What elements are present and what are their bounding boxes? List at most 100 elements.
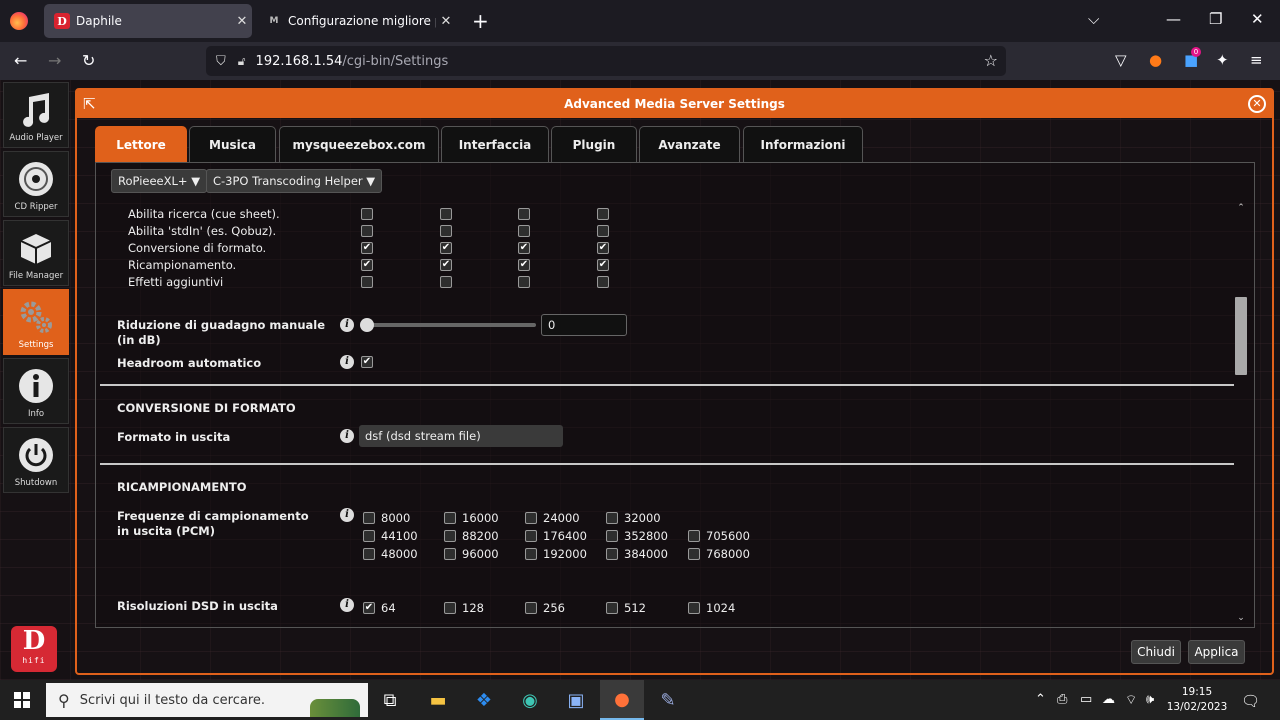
extensions-puzzle-icon[interactable]: ✦: [1216, 51, 1229, 69]
forward-arrow-icon[interactable]: →: [48, 51, 61, 70]
scroll-up-icon[interactable]: ⌃: [1234, 203, 1248, 215]
dsd-checkbox[interactable]: [363, 602, 375, 614]
dsd-checkbox[interactable]: [606, 602, 618, 614]
tray-volume-icon[interactable]: 🕪︎: [1146, 692, 1154, 707]
dsd-checkbox[interactable]: [688, 602, 700, 614]
rate-checkbox[interactable]: [525, 548, 537, 560]
info-icon[interactable]: i: [340, 598, 354, 612]
pocket-icon[interactable]: ▽: [1115, 51, 1127, 69]
reload-icon[interactable]: ↻: [82, 51, 95, 70]
tray-wifi-icon[interactable]: ⌔: [1125, 692, 1137, 708]
tray-cloud-icon[interactable]: ☁: [1102, 692, 1115, 707]
close-dialog-icon[interactable]: ✕: [1248, 95, 1266, 113]
rate-checkbox[interactable]: [606, 530, 618, 542]
feature-checkbox[interactable]: [597, 259, 609, 271]
feature-checkbox[interactable]: [440, 242, 452, 254]
brave-extension-icon[interactable]: ●: [1149, 51, 1162, 69]
tab-plugin[interactable]: Plugin: [551, 126, 637, 162]
feature-checkbox[interactable]: [597, 208, 609, 220]
menu-hamburger-icon[interactable]: ≡: [1250, 51, 1263, 69]
rate-checkbox[interactable]: [525, 530, 537, 542]
feature-checkbox[interactable]: [440, 208, 452, 220]
player-select[interactable]: RoPieeeXL+ ▼: [111, 169, 208, 193]
tray-device-icon[interactable]: ⎙: [1057, 692, 1067, 707]
info-icon[interactable]: i: [340, 508, 354, 522]
browser-tab-daphile[interactable]: D Daphile ✕: [44, 4, 252, 38]
close-tab-icon[interactable]: ✕: [436, 14, 456, 29]
rate-checkbox[interactable]: [444, 512, 456, 524]
store-icon[interactable]: ▣: [554, 680, 598, 720]
list-tabs-chevron-icon[interactable]: ⌵: [1088, 10, 1099, 28]
gain-slider[interactable]: [362, 323, 536, 327]
shield-icon[interactable]: ⛉: [216, 54, 226, 69]
tab-avanzate[interactable]: Avanzate: [639, 126, 740, 162]
info-icon[interactable]: i: [340, 318, 354, 332]
taskbar-clock[interactable]: 19:15 13/02/2023: [1166, 685, 1228, 715]
close-tab-icon[interactable]: ✕: [232, 14, 252, 29]
feature-checkbox[interactable]: [361, 259, 373, 271]
tab-lettore[interactable]: Lettore: [95, 126, 187, 162]
dsd-checkbox[interactable]: [525, 602, 537, 614]
panel-scrollbar[interactable]: ⌃ ⌄: [1234, 203, 1248, 627]
rate-checkbox[interactable]: [688, 530, 700, 542]
gain-slider-handle[interactable]: [360, 318, 374, 332]
headroom-checkbox[interactable]: [361, 356, 373, 368]
rate-checkbox[interactable]: [606, 512, 618, 524]
firefox-icon[interactable]: [10, 12, 28, 30]
task-view-icon[interactable]: ⧉: [368, 680, 412, 720]
tray-chevron-icon[interactable]: ⌃: [1035, 692, 1046, 707]
rate-checkbox[interactable]: [688, 548, 700, 560]
new-tab-plus-icon[interactable]: +: [472, 9, 489, 33]
feature-checkbox[interactable]: [597, 242, 609, 254]
notification-icon[interactable]: 🗨︎: [1241, 692, 1260, 710]
close-window-icon[interactable]: ✕: [1251, 10, 1264, 28]
feature-checkbox[interactable]: [518, 242, 530, 254]
feature-checkbox[interactable]: [361, 242, 373, 254]
feature-checkbox[interactable]: [440, 259, 452, 271]
info-icon[interactable]: i: [340, 429, 354, 443]
tab-musica[interactable]: Musica: [189, 126, 276, 162]
rate-checkbox[interactable]: [444, 530, 456, 542]
scroll-down-icon[interactable]: ⌄: [1234, 613, 1248, 625]
rate-checkbox[interactable]: [363, 512, 375, 524]
back-arrow-icon[interactable]: ←: [14, 51, 27, 70]
firefox-taskbar-icon[interactable]: ●: [600, 680, 644, 720]
rate-checkbox[interactable]: [363, 548, 375, 560]
feature-checkbox[interactable]: [597, 276, 609, 288]
feature-checkbox[interactable]: [361, 276, 373, 288]
feature-checkbox[interactable]: [440, 276, 452, 288]
url-bar[interactable]: ⛉ 🔓︎ 192.168.1.54/cgi-bin/Settings ☆: [206, 46, 1006, 76]
info-icon[interactable]: i: [340, 355, 354, 369]
sidebar-item-info[interactable]: Info: [3, 358, 69, 424]
sidebar-item-settings[interactable]: Settings: [3, 289, 69, 355]
feature-checkbox[interactable]: [518, 259, 530, 271]
rate-checkbox[interactable]: [606, 548, 618, 560]
rate-checkbox[interactable]: [525, 512, 537, 524]
lock-icon[interactable]: 🔓︎: [238, 54, 246, 69]
tab-mysqueezebox[interactable]: mysqueezebox.com: [279, 126, 439, 162]
tab-interfaccia[interactable]: Interfaccia: [441, 126, 549, 162]
sidebar-item-audio-player[interactable]: Audio Player: [3, 82, 69, 148]
browser-tab-config[interactable]: M Configurazione migliore per Da ✕: [256, 4, 456, 38]
output-format-select[interactable]: dsf (dsd stream file): [359, 425, 563, 447]
feature-checkbox[interactable]: [440, 225, 452, 237]
dropbox-icon[interactable]: ❖: [462, 680, 506, 720]
feature-checkbox[interactable]: [518, 276, 530, 288]
gain-input[interactable]: 0: [541, 314, 627, 336]
apply-button[interactable]: Applica: [1188, 640, 1245, 664]
taskbar-search-input[interactable]: ⚲ Scrivi qui il testo da cercare.: [46, 683, 368, 717]
plugin-select[interactable]: C-3PO Transcoding Helper ▼: [206, 169, 383, 193]
restore-icon[interactable]: ❐: [1209, 10, 1222, 28]
tray-battery-icon[interactable]: ▭: [1080, 692, 1092, 707]
feature-checkbox[interactable]: [518, 225, 530, 237]
feature-checkbox[interactable]: [518, 208, 530, 220]
sidebar-item-cd-ripper[interactable]: CD Ripper: [3, 151, 69, 217]
app-taskbar-icon[interactable]: ✎: [646, 680, 690, 720]
bookmark-star-icon[interactable]: ☆: [984, 51, 998, 70]
rate-checkbox[interactable]: [363, 530, 375, 542]
scroll-thumb[interactable]: [1235, 297, 1247, 375]
sidebar-item-shutdown[interactable]: Shutdown: [3, 427, 69, 493]
edge-icon[interactable]: ◉: [508, 680, 552, 720]
sidebar-item-file-manager[interactable]: File Manager: [3, 220, 69, 286]
windows-start-icon[interactable]: [14, 692, 30, 708]
